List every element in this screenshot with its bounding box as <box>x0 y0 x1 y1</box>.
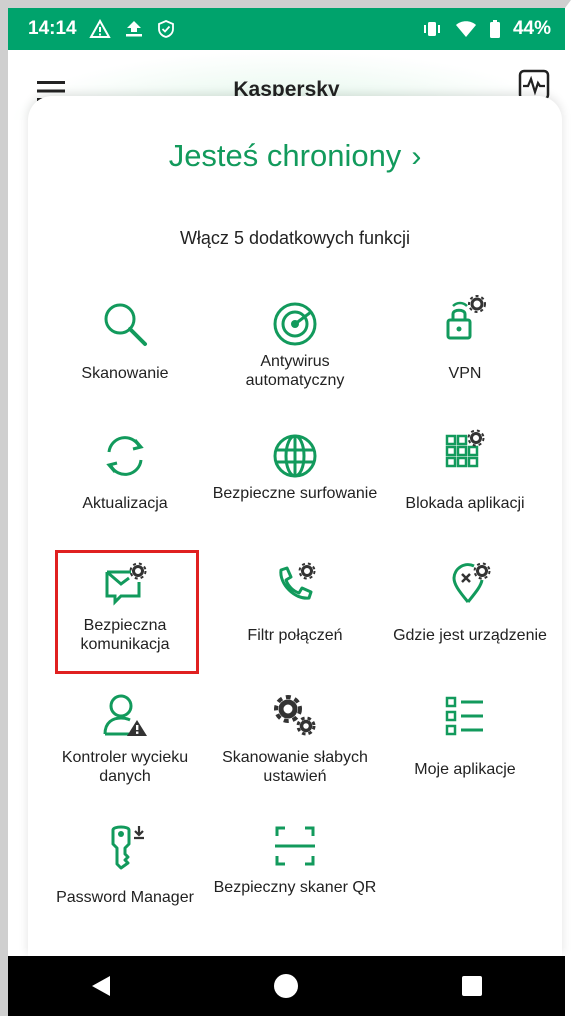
feature-tile-app-lock[interactable]: Blokada aplikacji <box>380 426 550 536</box>
feature-tile-secure-messaging[interactable]: Bezpieczna komunikacja <box>40 558 210 668</box>
feature-tile-antivirus[interactable]: Antywirus automatyczny <box>210 294 380 404</box>
location-gear-icon <box>444 558 496 610</box>
key-icon <box>99 820 151 872</box>
status-time: 14:14 <box>28 18 77 39</box>
user-warning-icon <box>99 690 151 742</box>
feature-label: Blokada aplikacji <box>405 495 525 512</box>
feature-tile-find-device[interactable]: Gdzie jest urządzenie <box>380 558 560 668</box>
wifi-icon <box>455 19 477 39</box>
feature-label: Aktualizacja <box>82 495 168 512</box>
warning-icon <box>88 19 111 39</box>
grid-gear-icon <box>439 426 491 478</box>
feature-tile-safe-browsing[interactable]: Bezpieczne surfowanie <box>210 426 380 536</box>
feature-tile-my-apps[interactable]: Moje aplikacje <box>380 690 550 800</box>
feature-tile-qr-scanner[interactable]: Bezpieczny skaner QR <box>210 820 380 930</box>
message-gear-icon <box>99 558 151 610</box>
feature-label: Bezpieczny skaner QR <box>213 879 377 896</box>
feature-tile-data-leak[interactable]: Kontroler wycieku danych <box>40 690 210 800</box>
feature-tile-scan[interactable]: Skanowanie <box>40 294 210 404</box>
radar-icon <box>269 298 321 350</box>
lock-wifi-gear-icon <box>439 294 491 346</box>
recents-square-icon[interactable] <box>442 966 502 1006</box>
battery-percent: 44% <box>512 18 551 39</box>
feature-label: Gdzie jest urządzenie <box>393 627 547 644</box>
feature-tile-password-manager[interactable]: Password Manager <box>40 820 210 930</box>
feature-tile-call-filter[interactable]: Filtr połączeń <box>210 558 380 668</box>
home-circle-icon[interactable] <box>256 966 316 1006</box>
feature-label: Skanowanie słabych ustawień <box>222 749 368 785</box>
enable-features-subtitle: Włącz 5 dodatkowych funkcji <box>179 228 411 248</box>
list-icon <box>439 690 491 742</box>
shield-icon <box>157 19 175 39</box>
battery-icon <box>489 19 501 39</box>
feature-tile-vpn[interactable]: VPN <box>380 294 550 404</box>
upload-icon <box>123 19 145 39</box>
feature-tile-weak-settings[interactable]: Skanowanie słabych ustawień <box>210 690 380 800</box>
system-nav-bar <box>8 956 565 1016</box>
feature-tile-update[interactable]: Aktualizacja <box>40 426 210 536</box>
chevron-right-icon: › <box>411 140 422 173</box>
phone-gear-icon <box>269 558 321 610</box>
status-bar: 14:14 44% <box>8 8 565 50</box>
qr-scan-icon <box>269 820 321 872</box>
globe-icon <box>269 430 321 482</box>
vibrate-icon <box>421 19 443 39</box>
gears-icon <box>269 690 321 742</box>
protection-status-label: Jesteś chroniony <box>168 138 402 173</box>
feature-label: Antywirus automatyczny <box>245 353 345 389</box>
feature-label: Kontroler wycieku danych <box>61 749 189 785</box>
back-triangle-icon[interactable] <box>71 966 131 1006</box>
main-card: Jesteś chroniony › Włącz 5 dodatkowych fu… <box>28 96 562 956</box>
feature-label: Bezpieczne surfowanie <box>212 485 378 502</box>
feature-label: Skanowanie <box>81 365 169 382</box>
refresh-icon <box>99 430 151 482</box>
feature-label: VPN <box>448 365 482 382</box>
protection-status-link[interactable]: Jesteś chroniony › <box>28 138 562 174</box>
magnifier-icon <box>99 298 151 350</box>
feature-label: Moje aplikacje <box>414 761 516 778</box>
feature-label: Filtr połączeń <box>247 627 343 644</box>
feature-label: Bezpieczna komunikacja <box>80 617 170 653</box>
feature-label: Password Manager <box>56 889 194 906</box>
